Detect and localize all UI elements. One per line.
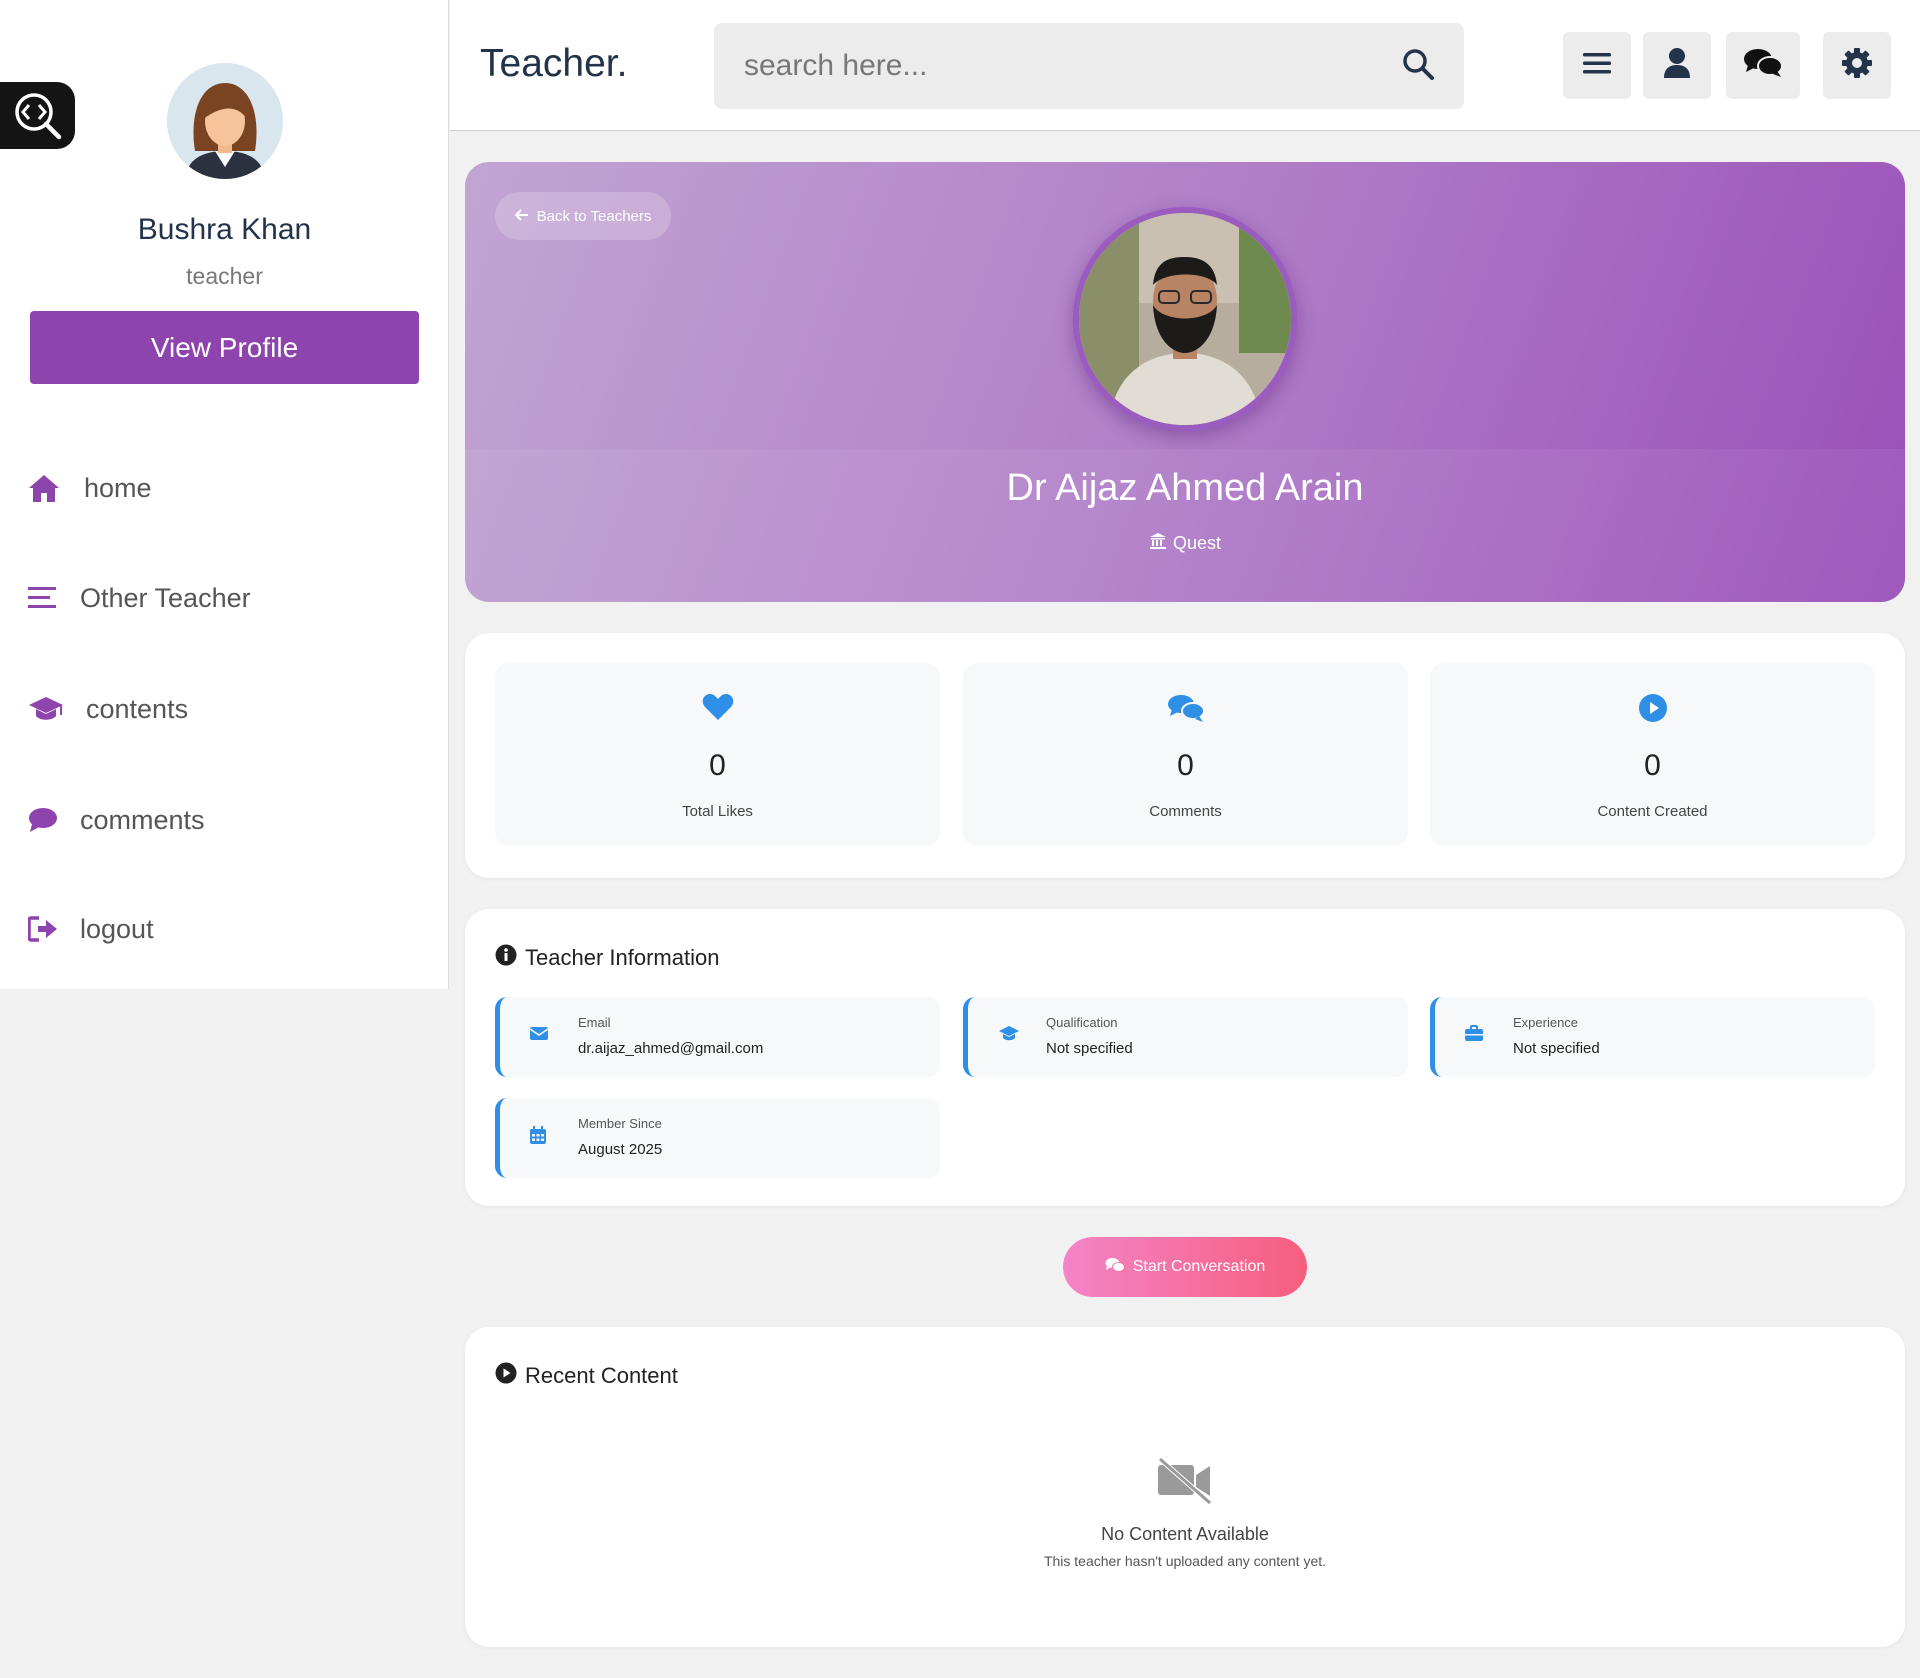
arrow-left-icon [514, 208, 529, 225]
teacher-photo [1073, 207, 1297, 431]
play-circle-icon [1430, 693, 1875, 723]
comments-icon [963, 693, 1408, 723]
info-value: dr.aijaz_ahmed@gmail.com [578, 1040, 764, 1057]
user-role: teacher [186, 263, 263, 289]
stat-comments: 0 Comments [963, 663, 1408, 846]
recent-content-title: Recent Content [495, 1362, 678, 1390]
info-label: Experience [1513, 1015, 1579, 1030]
menu-lines-icon [28, 586, 64, 610]
teacher-name: Dr Aijaz Ahmed Arain [1006, 467, 1364, 509]
teacher-info-card: Teacher Information Email dr.aijaz_ahmed… [465, 909, 1905, 1206]
brand-logo: Teacher. [480, 42, 628, 85]
gear-icon [1841, 47, 1873, 84]
info-label: Member Since [578, 1116, 662, 1131]
recent-content-card: Recent Content No Content Available This… [465, 1327, 1905, 1647]
video-slash-icon [465, 1457, 1905, 1505]
stat-label: Comments [1149, 803, 1222, 820]
university-icon [1149, 532, 1167, 555]
inspect-code-icon[interactable] [0, 82, 75, 149]
stats-card: 0 Total Likes 0 Comments 0 Content Creat… [465, 633, 1905, 878]
top-header: Teacher. [450, 0, 1920, 131]
menu-button[interactable] [1563, 32, 1631, 99]
user-button[interactable] [1643, 32, 1711, 99]
view-profile-button[interactable]: View Profile [30, 311, 419, 384]
start-conversation-button[interactable]: Start Conversation [1063, 1237, 1307, 1297]
stat-total-likes: 0 Total Likes [495, 663, 940, 846]
back-label: Back to Teachers [536, 207, 652, 225]
envelope-icon [529, 1025, 549, 1046]
comments-icon [1105, 1257, 1125, 1278]
institution-label: Quest [1172, 533, 1222, 553]
search-input[interactable] [744, 49, 1402, 83]
info-value: Not specified [1046, 1040, 1133, 1057]
sidebar-item-label: Other Teacher [80, 582, 251, 613]
sidebar-item-contents[interactable]: contents [28, 684, 188, 734]
comment-icon [28, 807, 64, 833]
home-icon [28, 473, 64, 503]
logout-icon [28, 916, 64, 942]
user-icon [1663, 47, 1691, 84]
menu-icon [1583, 51, 1611, 80]
stat-label: Content Created [1597, 803, 1708, 820]
graduation-cap-icon [998, 1025, 1020, 1047]
stat-value: 0 [1644, 749, 1661, 782]
back-to-teachers-button[interactable]: Back to Teachers [495, 192, 671, 240]
play-circle-icon [495, 1362, 517, 1390]
empty-state-title: No Content Available [1101, 1524, 1269, 1544]
info-experience: Experience Not specified [1430, 997, 1875, 1077]
teacher-hero: Back to Teachers Dr Aijaz Ahmed Arain Qu… [465, 162, 1905, 602]
briefcase-icon [1465, 1025, 1483, 1047]
sidebar-item-label: logout [80, 913, 154, 944]
sidebar-item-label: comments [80, 804, 205, 835]
sidebar-item-home[interactable]: home [28, 463, 152, 513]
sidebar-item-label: contents [86, 693, 189, 724]
info-member-since: Member Since August 2025 [495, 1098, 940, 1178]
stat-value: 0 [1177, 749, 1194, 782]
start-conversation-label: Start Conversation [1132, 1258, 1266, 1275]
avatar [167, 63, 283, 179]
search-bar [714, 23, 1464, 109]
info-value: Not specified [1513, 1040, 1600, 1057]
card-title-text: Recent Content [525, 1363, 678, 1388]
user-name: Bushra Khan [137, 213, 312, 246]
stat-label: Total Likes [682, 803, 753, 820]
info-value: August 2025 [578, 1141, 663, 1158]
info-email: Email dr.aijaz_ahmed@gmail.com [495, 997, 940, 1077]
search-icon[interactable] [1402, 48, 1434, 85]
stat-content-created: 0 Content Created [1430, 663, 1875, 846]
card-title-text: Teacher Information [525, 945, 720, 970]
sidebar-item-other-teacher[interactable]: Other Teacher [28, 573, 251, 623]
stat-value: 0 [709, 749, 726, 782]
info-label: Qualification [1046, 1015, 1118, 1030]
teacher-info-title: Teacher Information [495, 944, 719, 972]
calendar-icon [530, 1126, 546, 1149]
info-label: Email [578, 1015, 611, 1030]
teacher-institution: Quest [465, 532, 1905, 555]
sidebar-item-label: home [84, 472, 152, 503]
sidebar-item-logout[interactable]: logout [28, 904, 154, 954]
graduation-cap-icon [28, 696, 64, 722]
info-qualification: Qualification Not specified [963, 997, 1408, 1077]
settings-button[interactable] [1823, 32, 1891, 99]
heart-icon [495, 693, 940, 721]
chat-button[interactable] [1726, 32, 1800, 99]
info-circle-icon [495, 944, 517, 972]
chat-icon [1743, 47, 1783, 84]
sidebar: Bushra Khan teacher View Profile home Ot… [0, 0, 449, 989]
empty-state-subtitle: This teacher hasn't uploaded any content… [1043, 1553, 1327, 1569]
sidebar-item-comments[interactable]: comments [28, 795, 205, 845]
